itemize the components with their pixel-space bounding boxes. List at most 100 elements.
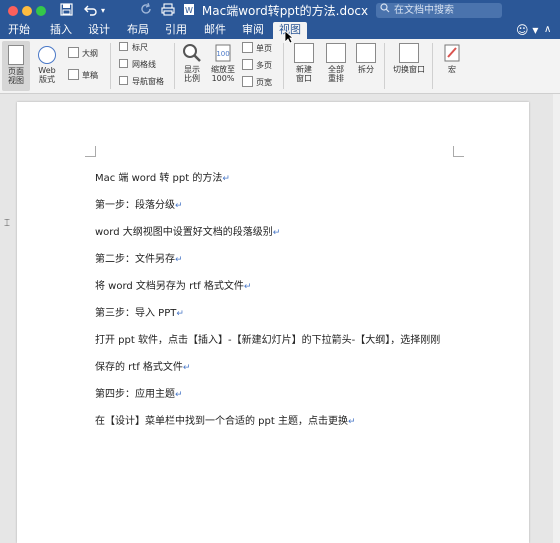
zoom-100-button[interactable]: 100 缩放至 100% <box>208 43 238 83</box>
magnifier-icon <box>180 43 204 65</box>
search-icon <box>380 3 390 18</box>
collapse-ribbon-icon[interactable]: ∧ <box>544 22 551 38</box>
arrow-pointer-icon <box>284 30 295 47</box>
ruler-checkbox[interactable]: 标尺 <box>119 42 148 53</box>
single-page-icon <box>242 42 253 53</box>
web-layout-icon <box>38 46 56 64</box>
page-width-label: 页宽 <box>256 78 272 87</box>
search-placeholder: 在文档中搜索 <box>394 5 454 16</box>
ribbon-separator <box>110 43 111 89</box>
minimize-window-button[interactable] <box>22 6 32 16</box>
title-bar: ▾ W Mac端word转ppt的方法.docx 在文档中搜索 <box>0 0 560 22</box>
undo-icon[interactable] <box>84 3 98 20</box>
nav-pane-checkbox-box <box>119 76 128 85</box>
multiple-pages-icon <box>242 59 253 70</box>
svg-text:100: 100 <box>216 50 229 58</box>
doc-line[interactable]: 第三步：导入 PPT↵ <box>95 304 184 319</box>
ruler-checkbox-box <box>119 42 128 51</box>
ribbon-separator <box>174 43 175 89</box>
split-label: 拆分 <box>358 65 374 74</box>
single-page-button[interactable]: 单页 <box>242 42 272 54</box>
document-page[interactable]: Mac 端 word 转 ppt 的方法↵ 第一步：段落分级↵ word 大纲视… <box>17 102 529 543</box>
outline-button[interactable]: 大纲 <box>68 47 98 59</box>
switch-windows-button[interactable]: 切换窗口 <box>390 43 428 74</box>
macros-button[interactable]: 宏 <box>440 43 464 74</box>
tab-layout[interactable]: 布局 <box>123 22 153 39</box>
tab-insert[interactable]: 插入 <box>46 22 76 39</box>
macros-label: 宏 <box>448 65 456 74</box>
doc-line[interactable]: 第二步：文件另存↵ <box>95 250 183 265</box>
web-layout-button[interactable]: Web 版式 <box>34 41 60 91</box>
tab-home[interactable]: 开始 <box>4 22 34 39</box>
svg-text:W: W <box>185 6 193 15</box>
document-workspace: Mac 端 word 转 ppt 的方法↵ 第一步：段落分级↵ word 大纲视… <box>0 94 560 543</box>
new-window-button[interactable]: 新建窗口 <box>290 43 318 83</box>
ribbon-separator <box>384 43 385 89</box>
doc-line[interactable]: 第四步：应用主题↵ <box>95 385 183 400</box>
margin-corner-mark <box>85 146 96 157</box>
switch-windows-label: 切换窗口 <box>393 65 425 74</box>
new-window-icon <box>294 43 314 63</box>
tab-design[interactable]: 设计 <box>84 22 114 39</box>
doc-line[interactable]: 将 word 文档另存为 rtf 格式文件↵ <box>95 277 251 292</box>
zoom-100-label: 缩放至 100% <box>211 65 235 83</box>
search-input[interactable]: 在文档中搜索 <box>376 3 502 18</box>
redo-icon[interactable] <box>140 2 153 20</box>
ruler-label: 标尺 <box>132 43 148 52</box>
tab-mailings[interactable]: 邮件 <box>200 22 230 39</box>
ribbon-view: 页面视图 Web 版式 大纲 草稿 标尺 网格线 导航窗格 显示比例 100 缩… <box>0 39 560 94</box>
macros-icon <box>440 43 464 65</box>
zoom-label: 显示比例 <box>184 65 200 83</box>
web-layout-label: Web 版式 <box>38 66 56 84</box>
zoom-button[interactable]: 显示比例 <box>180 43 204 83</box>
draft-label: 草稿 <box>82 71 98 80</box>
word-document-icon: W <box>183 3 195 20</box>
doc-line[interactable]: 保存的 rtf 格式文件↵ <box>95 358 190 373</box>
doc-line[interactable]: 在【设计】菜单栏中找到一个合适的 ppt 主题，点击更换↵ <box>95 412 356 427</box>
document-title: Mac端word转ppt的方法.docx <box>201 4 369 18</box>
gridlines-checkbox[interactable]: 网格线 <box>119 59 156 70</box>
arrange-all-label: 全部重排 <box>328 65 344 83</box>
page-view-button[interactable]: 页面视图 <box>2 41 30 91</box>
feedback-smiley-icon[interactable]: ☺ ▾ <box>516 22 538 38</box>
page-width-icon <box>242 76 253 87</box>
tab-review[interactable]: 审阅 <box>238 22 268 39</box>
margin-corner-mark <box>453 146 464 157</box>
print-icon[interactable] <box>161 3 175 20</box>
split-button[interactable]: 拆分 <box>354 43 378 74</box>
page-view-label: 页面视图 <box>8 67 24 85</box>
doc-line[interactable]: Mac 端 word 转 ppt 的方法↵ <box>95 169 230 184</box>
nav-pane-checkbox[interactable]: 导航窗格 <box>119 76 164 87</box>
doc-line[interactable]: 第一步：段落分级↵ <box>95 196 183 211</box>
split-icon <box>356 43 376 63</box>
new-window-label: 新建窗口 <box>296 65 312 83</box>
page-view-icon <box>8 45 24 65</box>
vertical-scrollbar[interactable] <box>553 94 560 543</box>
undo-dropdown-icon[interactable]: ▾ <box>101 3 105 19</box>
doc-line[interactable]: 打开 ppt 软件，点击【插入】-【新建幻灯片】的下拉箭头-【大纲】，选择刚刚 <box>95 331 440 346</box>
multiple-pages-button[interactable]: 多页 <box>242 59 272 71</box>
doc-line[interactable]: word 大纲视图中设置好文档的段落级别↵ <box>95 223 280 238</box>
single-page-label: 单页 <box>256 44 272 53</box>
arrange-all-icon <box>326 43 346 63</box>
draft-button[interactable]: 草稿 <box>68 69 98 81</box>
ribbon-separator <box>432 43 433 89</box>
save-icon[interactable] <box>60 3 73 20</box>
gridlines-label: 网格线 <box>132 60 156 69</box>
page-width-button[interactable]: 页宽 <box>242 76 272 88</box>
gridlines-checkbox-box <box>119 59 128 68</box>
ribbon-separator <box>283 43 284 89</box>
draft-icon <box>68 69 79 80</box>
tab-references[interactable]: 引用 <box>161 22 191 39</box>
arrange-all-button[interactable]: 全部重排 <box>322 43 350 83</box>
zoom-100-icon: 100 <box>208 43 238 65</box>
maximize-window-button[interactable] <box>36 6 46 16</box>
outline-icon <box>68 47 79 58</box>
switch-windows-icon <box>399 43 419 63</box>
close-window-button[interactable] <box>8 6 18 16</box>
outline-label: 大纲 <box>82 49 98 58</box>
ribbon-tab-bar: 开始 插入 设计 布局 引用 邮件 审阅 视图 ☺ ▾ ∧ <box>0 22 560 39</box>
mouse-cursor-icon: ⌶ <box>4 218 10 229</box>
multiple-pages-label: 多页 <box>256 61 272 70</box>
nav-pane-label: 导航窗格 <box>132 77 164 86</box>
